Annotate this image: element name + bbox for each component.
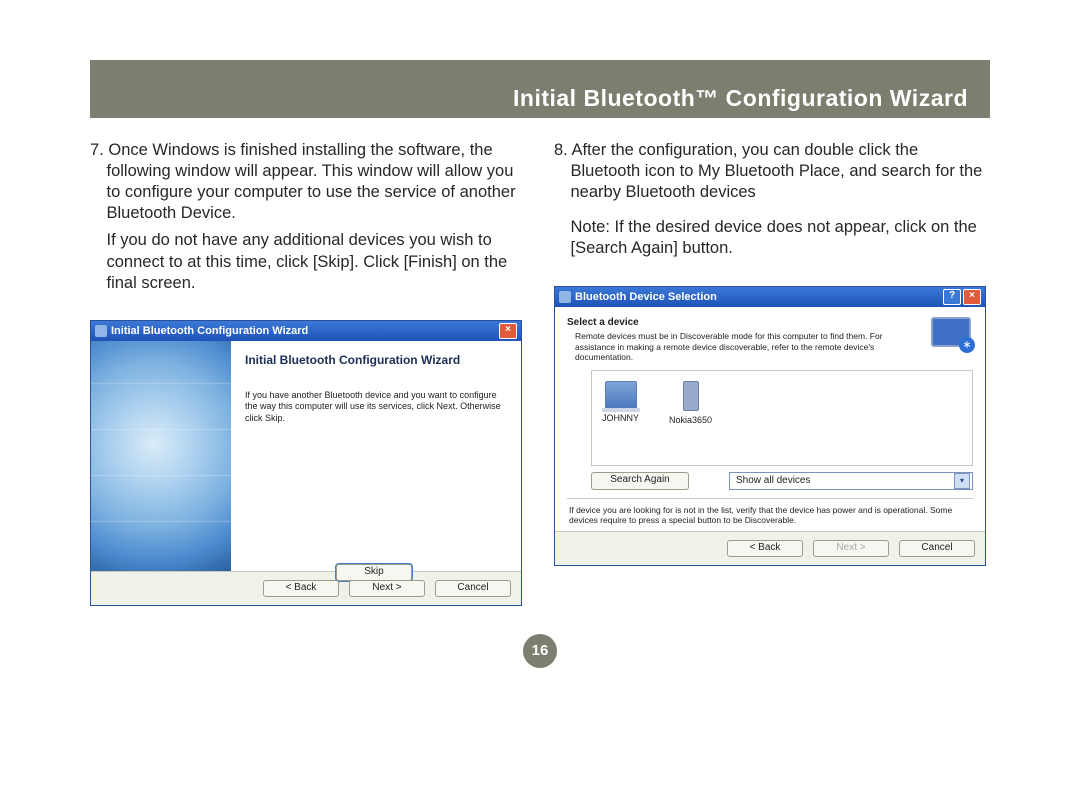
page-number-badge: 16 [523,634,557,668]
bluetooth-icon [559,291,571,303]
step-8-number: 8. [554,141,568,159]
win2-title-text: Bluetooth Device Selection [575,290,717,304]
device-list[interactable]: JOHNNY Nokia3650 [591,370,973,466]
instruction-columns: 7. Once Windows is finished installing t… [90,140,990,606]
device-item-johnny[interactable]: JOHNNY [602,381,639,425]
chevron-down-icon: ▾ [954,473,970,489]
step-7-text: 7. Once Windows is finished installing t… [90,140,526,224]
select-device-sub: Remote devices must be in Discoverable m… [567,331,925,362]
close-icon[interactable]: × [963,289,981,305]
section-title: Initial Bluetooth™ Configuration Wizard [513,85,968,112]
win1-body: Initial Bluetooth Configuration Wizard I… [91,341,521,571]
device-selection-window: Bluetooth Device Selection ? × Select a … [554,286,986,567]
laptop-icon [605,381,637,409]
select-device-label: Select a device [567,317,925,330]
win1-paragraph: If you have another Bluetooth device and… [245,390,503,424]
manual-page: Initial Bluetooth™ Configuration Wizard … [90,60,990,668]
section-header-bar: Initial Bluetooth™ Configuration Wizard [90,60,990,118]
cancel-button[interactable]: Cancel [899,540,975,557]
page-number: 16 [532,642,549,659]
win2-button-row: < Back Next > Cancel [555,531,985,565]
wizard-window-1: Initial Bluetooth Configuration Wizard ×… [90,320,522,606]
device-item-nokia[interactable]: Nokia3650 [669,381,712,427]
step-7-body: Once Windows is finished installing the … [107,141,516,222]
step-8-text: 8. After the configuration, you can doub… [554,140,990,203]
close-icon[interactable]: × [499,323,517,339]
win1-titlebar: Initial Bluetooth Configuration Wizard × [91,321,521,341]
win1-heading: Initial Bluetooth Configuration Wizard [245,353,503,368]
step-8-body: After the configuration, you can double … [571,141,983,201]
step-7-number: 7. [90,141,104,159]
next-button: Next > [813,540,889,557]
dropdown-value: Show all devices [736,475,810,488]
win2-titlebar: Bluetooth Device Selection ? × [555,287,985,307]
help-icon[interactable]: ? [943,289,961,305]
search-again-button[interactable]: Search Again [591,472,689,490]
back-button[interactable]: < Back [263,580,339,597]
win2-header-area: Select a device Remote devices must be i… [567,317,973,362]
right-column: 8. After the configuration, you can doub… [554,140,990,606]
device-label: JOHNNY [602,413,639,425]
device-label: Nokia3650 [669,415,712,427]
win2-body: Select a device Remote devices must be i… [555,307,985,532]
skip-button[interactable]: Skip [336,564,412,581]
monitor-bluetooth-icon: ∗ [931,317,973,351]
win2-footer-note: If device you are looking for is not in … [567,498,973,525]
bluetooth-icon [95,325,107,337]
phone-icon [683,381,699,411]
next-button[interactable]: Next > [349,580,425,597]
left-column: 7. Once Windows is finished installing t… [90,140,526,606]
globe-graphic [91,341,231,571]
win1-title-text: Initial Bluetooth Configuration Wizard [111,324,308,338]
step-7-continued: If you do not have any additional device… [90,230,526,293]
filter-row: Search Again Show all devices ▾ [591,472,973,490]
win1-content: Initial Bluetooth Configuration Wizard I… [231,341,521,571]
device-filter-dropdown[interactable]: Show all devices ▾ [729,472,973,490]
back-button[interactable]: < Back [727,540,803,557]
cancel-button[interactable]: Cancel [435,580,511,597]
step-8-note: Note: If the desired device does not app… [554,217,990,259]
